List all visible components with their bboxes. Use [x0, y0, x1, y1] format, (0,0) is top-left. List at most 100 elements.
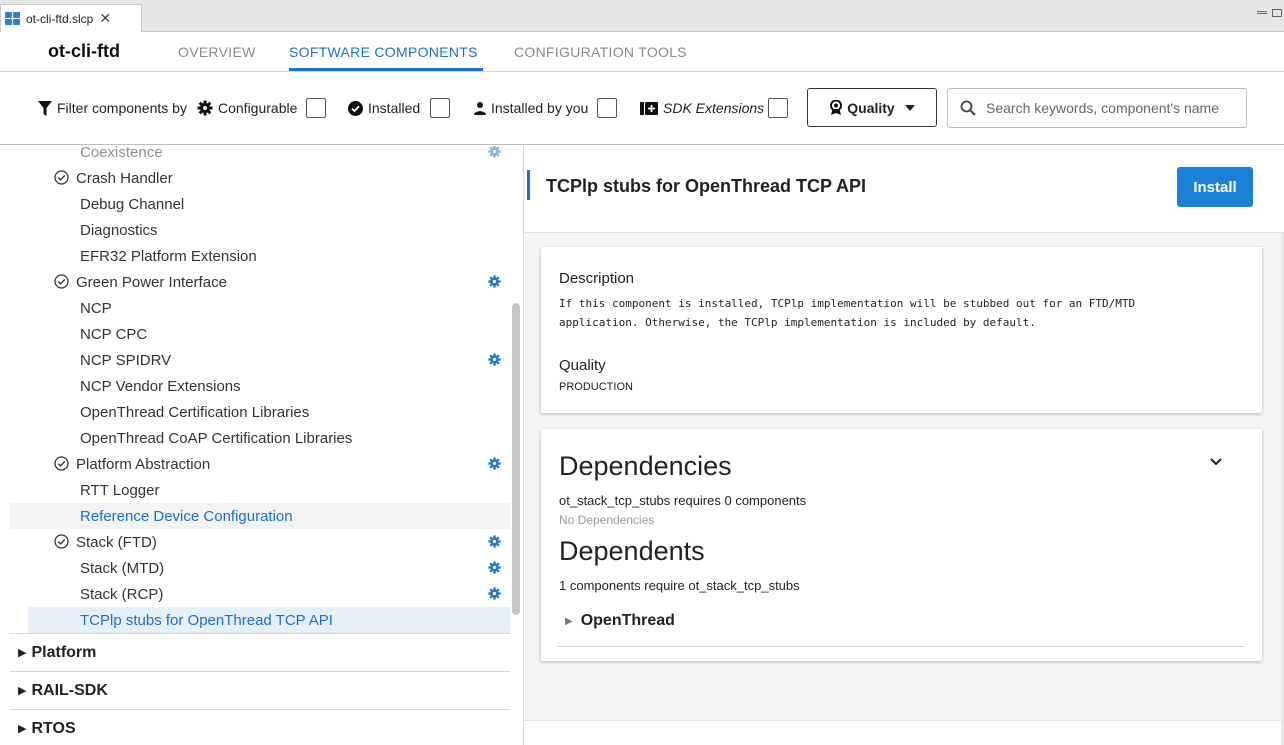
description-line: If this component is installed, TCPlp im… [559, 297, 1136, 310]
editor-tab[interactable]: ot-cli-ftd.slcp ✕ [0, 4, 142, 32]
category-rail-sdk[interactable]: ▶ RAIL-SDK [10, 671, 510, 709]
dependents-heading: Dependents [559, 536, 705, 566]
configurable-filter-label: Configurable [197, 100, 297, 116]
tree-item-label: Debug Channel [80, 195, 185, 213]
installed-by-you-text: Installed by you [491, 100, 589, 116]
gear-icon[interactable] [488, 561, 501, 578]
tree-item-label: OpenThread CoAP Certification Libraries [80, 429, 353, 447]
category-rtos[interactable]: ▶ RTOS [10, 709, 510, 745]
tab-software-components[interactable]: SOFTWARE COMPONENTS [289, 44, 478, 60]
installed-text: Installed [368, 100, 421, 116]
tree-item-label: EFR32 Platform Extension [80, 247, 257, 265]
tree-item[interactable]: OpenThread Certification Libraries [10, 399, 510, 425]
tree-item[interactable]: RTT Logger [10, 477, 510, 503]
dependent-item-label: OpenThread [580, 612, 675, 629]
tree-item-label: Stack (MTD) [80, 559, 165, 577]
tree-item-label: Crash Handler [76, 169, 173, 187]
gear-icon[interactable] [488, 353, 501, 370]
component-detail-panel: TCPlp stubs for OpenThread TCP API Insta… [523, 146, 1284, 745]
quality-value: PRODUCTION [559, 381, 633, 393]
app-logo-icon [5, 11, 21, 26]
configurable-checkbox[interactable] [306, 98, 326, 118]
dependencies-card: Dependencies ot_stack_tcp_stubs requires… [541, 429, 1262, 661]
tree-item-label: NCP [80, 299, 112, 317]
tab-overview[interactable]: OVERVIEW [178, 44, 256, 60]
active-tab-indicator [289, 68, 483, 71]
tree-item-label: RTT Logger [80, 481, 160, 499]
dependencies-heading: Dependencies [559, 451, 732, 481]
tree-item[interactable]: TCPlp stubs for OpenThread TCP API [28, 607, 510, 633]
tree-item[interactable]: Crash Handler [10, 165, 510, 191]
tree-item-label: Coexistence [80, 146, 163, 161]
description-line: application. Otherwise, the TCPlp implem… [559, 316, 1036, 329]
tree-item[interactable]: Green Power Interface [10, 269, 510, 295]
caret-right-icon: ▶ [565, 615, 573, 627]
search-input[interactable] [986, 100, 1236, 116]
tree-item[interactable]: Stack (RCP) [10, 581, 510, 607]
tree-item[interactable]: Debug Channel [10, 191, 510, 217]
tree-item[interactable]: Platform Abstraction [10, 451, 510, 477]
component-title: TCPlp stubs for OpenThread TCP API [546, 176, 867, 196]
tree-item-label: NCP Vendor Extensions [80, 377, 241, 395]
tree-item-label: Green Power Interface [76, 273, 227, 291]
tree-item-label: Reference Device Configuration [80, 507, 293, 525]
filter-text: Filter components by [57, 100, 187, 116]
tree-item[interactable]: NCP Vendor Extensions [10, 373, 510, 399]
gear-icon[interactable] [488, 457, 501, 474]
filter-icon [38, 100, 52, 116]
gear-icon[interactable] [488, 535, 501, 552]
dependent-item-openthread[interactable]: ▶ OpenThread [565, 612, 675, 630]
description-card: Description If this component is install… [541, 247, 1262, 413]
install-button[interactable]: Install [1177, 167, 1253, 207]
no-dependencies-text: No Dependencies [559, 513, 655, 527]
tree-item[interactable]: Coexistence [10, 146, 510, 165]
project-title: ot-cli-ftd [48, 41, 120, 61]
caret-right-icon: ▶ [18, 685, 27, 697]
installed-checkbox[interactable] [430, 98, 450, 118]
category-label: RAIL-SDK [31, 681, 108, 699]
configurable-text: Configurable [218, 100, 298, 116]
sdk-extensions-filter-label: SDK Extensions [640, 100, 764, 116]
person-icon [474, 102, 486, 115]
gear-icon[interactable] [488, 587, 501, 604]
category-label: RTOS [31, 719, 76, 737]
caret-right-icon: ▶ [18, 723, 27, 735]
installed-filter-label: Installed [348, 100, 420, 116]
divider [557, 646, 1245, 647]
description-text: If this component is installed, TCPlp im… [559, 294, 1239, 332]
tab-configuration-tools[interactable]: CONFIGURATION TOOLS [514, 44, 687, 60]
check-circle-icon [54, 170, 69, 189]
tree-item[interactable]: NCP SPIDRV [10, 347, 510, 373]
tree-item[interactable]: EFR32 Platform Extension [10, 243, 510, 269]
gear-icon[interactable] [488, 146, 501, 162]
tree-item[interactable]: NCP CPC [10, 321, 510, 347]
close-icon[interactable]: ✕ [99, 10, 111, 27]
tree-item[interactable]: Stack (MTD) [10, 555, 510, 581]
tree-item-label: Stack (RCP) [80, 585, 164, 603]
tree-item[interactable]: Reference Device Configuration [10, 503, 510, 529]
quality-dropdown[interactable]: Quality [807, 88, 937, 127]
tree-item[interactable]: OpenThread CoAP Certification Libraries [10, 425, 510, 451]
category-platform[interactable]: ▶ Platform [10, 633, 510, 671]
check-circle-icon [54, 534, 69, 553]
check-circle-icon [54, 456, 69, 475]
installed-by-you-checkbox[interactable] [597, 98, 617, 118]
chevron-down-icon[interactable] [1209, 457, 1223, 467]
tree-item[interactable]: Diagnostics [10, 217, 510, 243]
app-header: ot-cli-ftd OVERVIEW SOFTWARE COMPONENTS … [0, 32, 1284, 72]
maximize-icon[interactable] [1272, 9, 1282, 17]
tree-item[interactable]: NCP [10, 295, 510, 321]
tree-item[interactable]: Stack (FTD) [10, 529, 510, 555]
sdk-extensions-checkbox[interactable] [768, 98, 788, 118]
minimize-icon[interactable] [1257, 11, 1267, 14]
gear-icon[interactable] [488, 275, 501, 292]
tree-item-label: Platform Abstraction [76, 455, 211, 473]
search-box[interactable] [947, 88, 1247, 128]
dependencies-summary: ot_stack_tcp_stubs requires 0 components [559, 493, 807, 508]
tree-item-label: OpenThread Certification Libraries [80, 403, 310, 421]
filter-bar: Filter components by Configurable Instal… [0, 73, 1284, 145]
tree-scrollbar[interactable] [512, 303, 520, 615]
editor-tab-strip: ot-cli-ftd.slcp ✕ [0, 0, 1284, 32]
detail-header: TCPlp stubs for OpenThread TCP API Insta… [524, 146, 1284, 233]
tree-item-label: NCP SPIDRV [80, 351, 172, 369]
